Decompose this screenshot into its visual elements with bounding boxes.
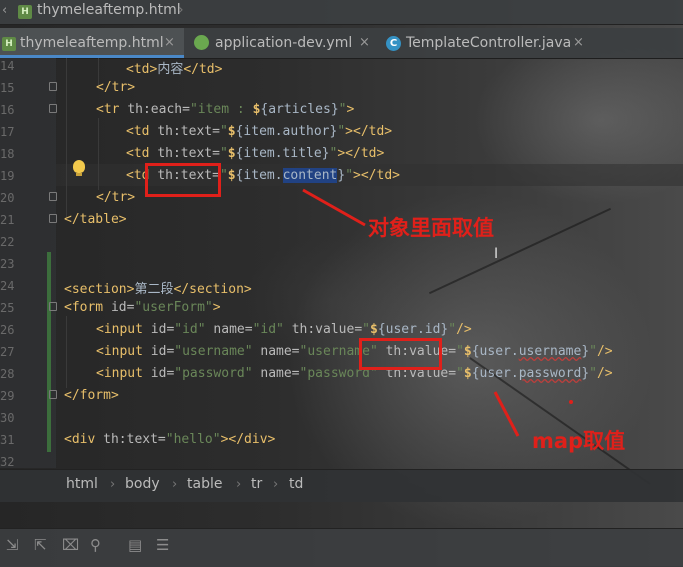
breadcrumb-separator-icon: › (273, 477, 279, 492)
print-icon[interactable]: ▤ (128, 536, 142, 554)
clear-icon[interactable]: ⌧ (62, 536, 79, 554)
annotation-dot (569, 400, 573, 404)
settings-list-icon[interactable]: ☰ (156, 536, 169, 554)
annotation-map-value: map取值 (532, 429, 626, 453)
breadcrumb-body[interactable]: body (125, 476, 160, 492)
breadcrumb-separator-icon: › (236, 477, 242, 492)
scroll-to-end-icon[interactable]: ⇱ (34, 536, 47, 554)
breadcrumb-tr[interactable]: tr (251, 476, 262, 492)
tool-window-strip (0, 528, 683, 567)
breadcrumb-html[interactable]: html (66, 476, 98, 492)
arrow-to-map-label (493, 391, 520, 437)
structure-breadcrumb-bar (0, 469, 683, 502)
arrow-to-object-label (302, 188, 366, 227)
annotation-object-value: 对象里面取值 (368, 216, 494, 240)
filter-icon[interactable]: ⚲ (90, 536, 101, 554)
breadcrumb-separator-icon: › (172, 477, 178, 492)
breadcrumb-table[interactable]: table (187, 476, 222, 492)
breadcrumb-td[interactable]: td (289, 476, 303, 492)
soft-wrap-icon[interactable]: ⇲ (6, 536, 19, 554)
breadcrumb-separator-icon: › (110, 477, 116, 492)
